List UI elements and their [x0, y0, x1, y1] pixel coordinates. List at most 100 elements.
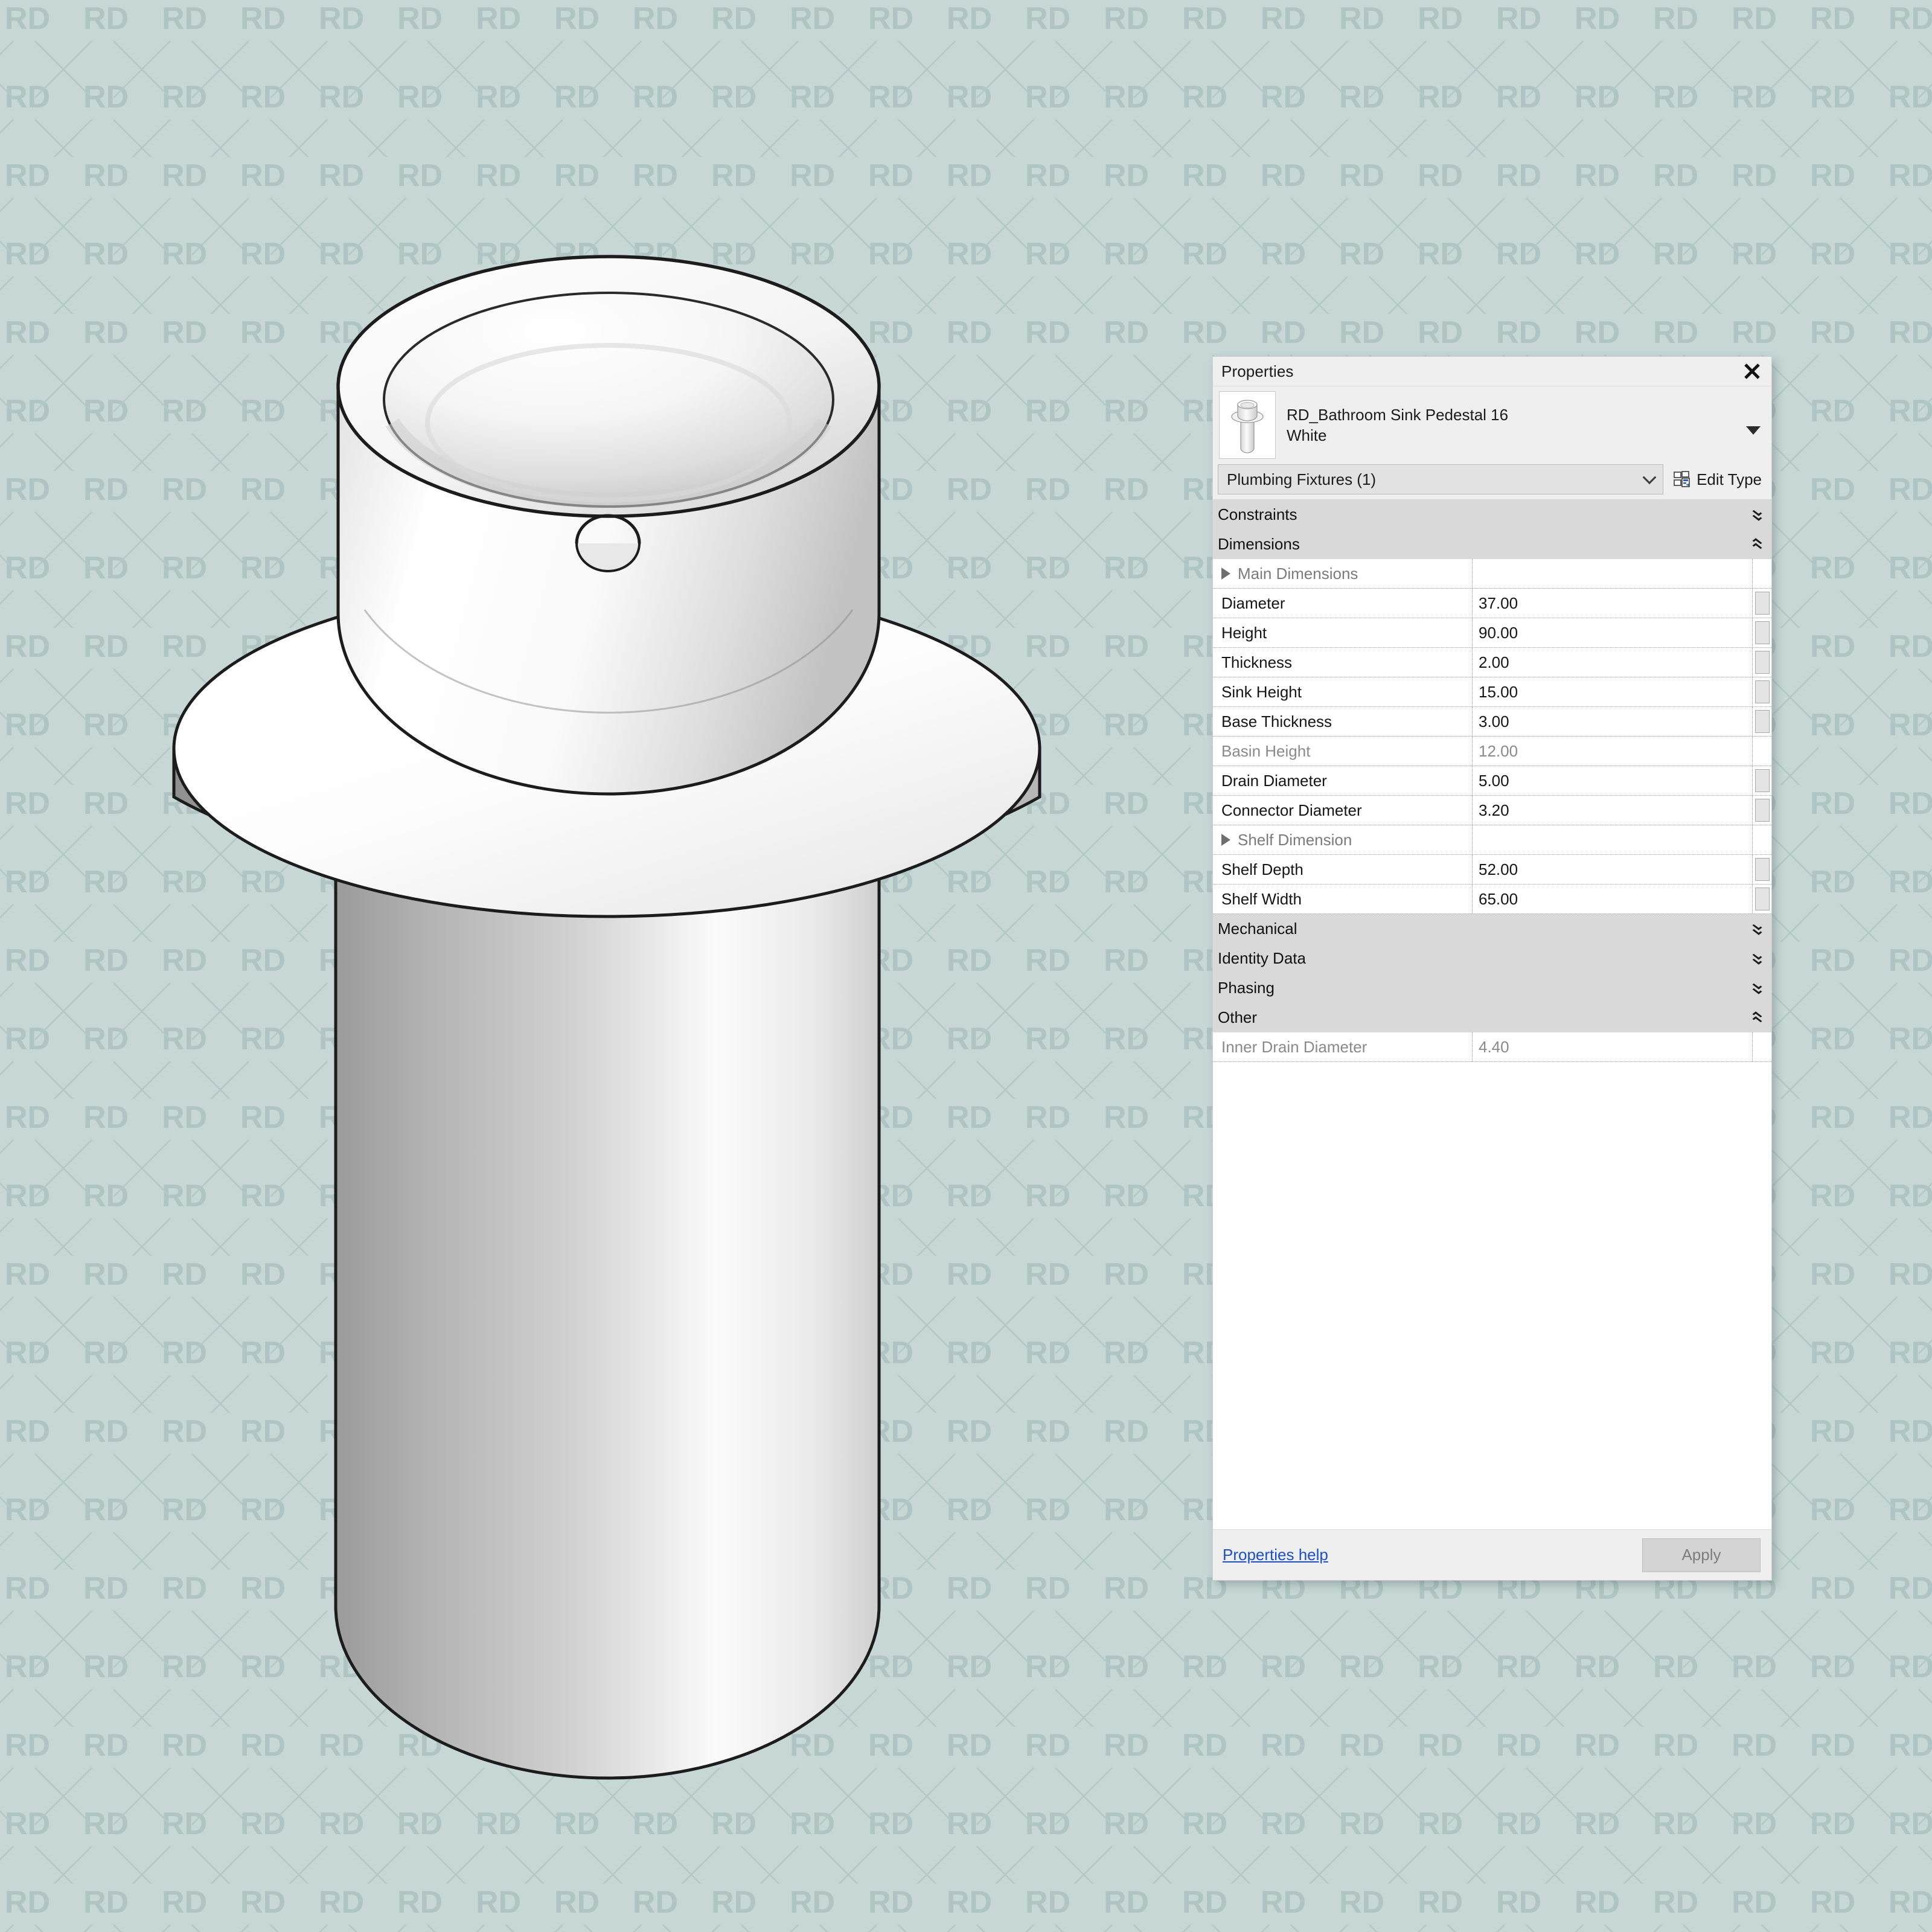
row-value[interactable] [1473, 825, 1753, 854]
row-value: 12.00 [1473, 737, 1753, 766]
table-row[interactable]: Height 90.00 [1213, 618, 1771, 648]
table-row[interactable]: Base Thickness 3.00 [1213, 707, 1771, 737]
row-label: Base Thickness [1213, 707, 1473, 736]
panel-title: Properties [1221, 362, 1294, 381]
section-header-phasing[interactable]: Phasing [1213, 973, 1771, 1003]
section-header-mechanical[interactable]: Mechanical [1213, 914, 1771, 944]
section-label-constraints: Constraints [1218, 505, 1297, 524]
row-action-button[interactable] [1755, 592, 1770, 615]
row-label: Inner Drain Diameter [1213, 1032, 1473, 1061]
type-name: RD_Bathroom Sink Pedestal 16 White [1287, 391, 1661, 446]
expand-triangle-icon[interactable] [1221, 568, 1230, 580]
row-button-cell [1753, 707, 1771, 736]
chevron-double-down-icon[interactable] [1751, 982, 1763, 995]
row-button-cell [1753, 766, 1771, 795]
row-button-cell [1753, 559, 1771, 588]
row-action-button[interactable] [1755, 799, 1770, 822]
category-row: Plumbing Fixtures (1) Edit Type [1213, 463, 1771, 499]
chevron-double-up-icon[interactable] [1751, 538, 1763, 551]
table-row[interactable]: Diameter 37.00 [1213, 589, 1771, 618]
edit-type-button[interactable]: Edit Type [1671, 464, 1767, 494]
table-row[interactable]: Connector Diameter 3.20 [1213, 796, 1771, 825]
table-row[interactable]: Sink Height 15.00 [1213, 677, 1771, 707]
section-label-phasing: Phasing [1218, 979, 1275, 997]
properties-table: Constraints Dimensions Main Dimensions D… [1213, 499, 1771, 1529]
table-row[interactable]: Main Dimensions [1213, 559, 1771, 589]
row-action-button[interactable] [1755, 710, 1770, 733]
sink-thumbnail-icon [1224, 395, 1271, 455]
row-action-button[interactable] [1755, 651, 1770, 674]
row-button-cell [1753, 1032, 1771, 1061]
section-label-mechanical: Mechanical [1218, 920, 1297, 938]
table-row: Inner Drain Diameter 4.40 [1213, 1032, 1771, 1062]
chevron-double-down-icon[interactable] [1751, 923, 1763, 936]
chevron-double-down-icon[interactable] [1751, 508, 1763, 522]
edit-type-label: Edit Type [1697, 470, 1762, 489]
row-button-cell [1753, 884, 1771, 913]
table-row[interactable]: Shelf Dimension [1213, 825, 1771, 855]
row-label: Shelf Dimension [1213, 825, 1473, 854]
row-label: Main Dimensions [1213, 559, 1473, 588]
section-header-constraints[interactable]: Constraints [1213, 500, 1771, 529]
row-label: Shelf Depth [1213, 855, 1473, 884]
properties-panel[interactable]: Properties [1212, 356, 1772, 1581]
row-action-button[interactable] [1755, 621, 1770, 644]
row-button-cell [1753, 796, 1771, 825]
chevron-double-up-icon[interactable] [1751, 1011, 1763, 1025]
sink-pedestal-model [0, 0, 1147, 1932]
type-selector[interactable]: RD_Bathroom Sink Pedestal 16 White [1213, 386, 1771, 463]
type-thumbnail [1219, 391, 1276, 459]
panel-footer: Properties help Apply [1213, 1529, 1771, 1580]
row-button-cell [1753, 737, 1771, 766]
row-action-button[interactable] [1755, 888, 1770, 910]
row-value[interactable]: 90.00 [1473, 618, 1753, 647]
row-label: Drain Diameter [1213, 766, 1473, 795]
section-label-dimensions: Dimensions [1218, 535, 1300, 554]
table-row[interactable]: Drain Diameter 5.00 [1213, 766, 1771, 796]
section-label-identity-data: Identity Data [1218, 949, 1306, 968]
row-button-cell [1753, 855, 1771, 884]
apply-button[interactable]: Apply [1642, 1538, 1761, 1572]
row-value[interactable]: 5.00 [1473, 766, 1753, 795]
row-button-cell [1753, 648, 1771, 677]
section-header-dimensions[interactable]: Dimensions [1213, 529, 1771, 559]
properties-help-link[interactable]: Properties help [1223, 1546, 1328, 1564]
row-value[interactable]: 15.00 [1473, 677, 1753, 706]
chevron-down-icon [1643, 470, 1657, 484]
row-action-button[interactable] [1755, 769, 1770, 792]
chevron-double-down-icon[interactable] [1751, 952, 1763, 965]
type-dropdown-arrow-icon[interactable] [1746, 426, 1761, 435]
row-value[interactable]: 3.00 [1473, 707, 1753, 736]
row-value[interactable]: 37.00 [1473, 589, 1753, 618]
category-value: Plumbing Fixtures (1) [1227, 470, 1376, 489]
row-action-button[interactable] [1755, 858, 1770, 881]
close-icon[interactable] [1739, 358, 1765, 385]
table-row[interactable]: Shelf Width 65.00 [1213, 884, 1771, 914]
row-label: Thickness [1213, 648, 1473, 677]
type-name-line2: White [1287, 425, 1661, 446]
table-row[interactable]: Shelf Depth 52.00 [1213, 855, 1771, 884]
section-header-identity-data[interactable]: Identity Data [1213, 944, 1771, 973]
panel-titlebar: Properties [1213, 357, 1771, 386]
expand-triangle-icon[interactable] [1221, 834, 1230, 846]
section-header-other[interactable]: Other [1213, 1003, 1771, 1032]
row-label: Sink Height [1213, 677, 1473, 706]
edit-type-icon [1673, 470, 1691, 488]
row-value: 4.40 [1473, 1032, 1753, 1061]
row-value[interactable]: 2.00 [1473, 648, 1753, 677]
row-label: Diameter [1213, 589, 1473, 618]
row-value[interactable]: 3.20 [1473, 796, 1753, 825]
row-value[interactable] [1473, 559, 1753, 588]
row-value[interactable]: 52.00 [1473, 855, 1753, 884]
row-button-cell [1753, 589, 1771, 618]
row-button-cell [1753, 677, 1771, 706]
row-action-button[interactable] [1755, 680, 1770, 703]
row-label: Shelf Width [1213, 884, 1473, 913]
row-button-cell [1753, 618, 1771, 647]
section-label-other: Other [1218, 1008, 1257, 1027]
type-name-line1: RD_Bathroom Sink Pedestal 16 [1287, 405, 1661, 425]
category-select[interactable]: Plumbing Fixtures (1) [1218, 464, 1663, 494]
table-row[interactable]: Thickness 2.00 [1213, 648, 1771, 677]
table-row: Basin Height 12.00 [1213, 737, 1771, 766]
row-value[interactable]: 65.00 [1473, 884, 1753, 913]
